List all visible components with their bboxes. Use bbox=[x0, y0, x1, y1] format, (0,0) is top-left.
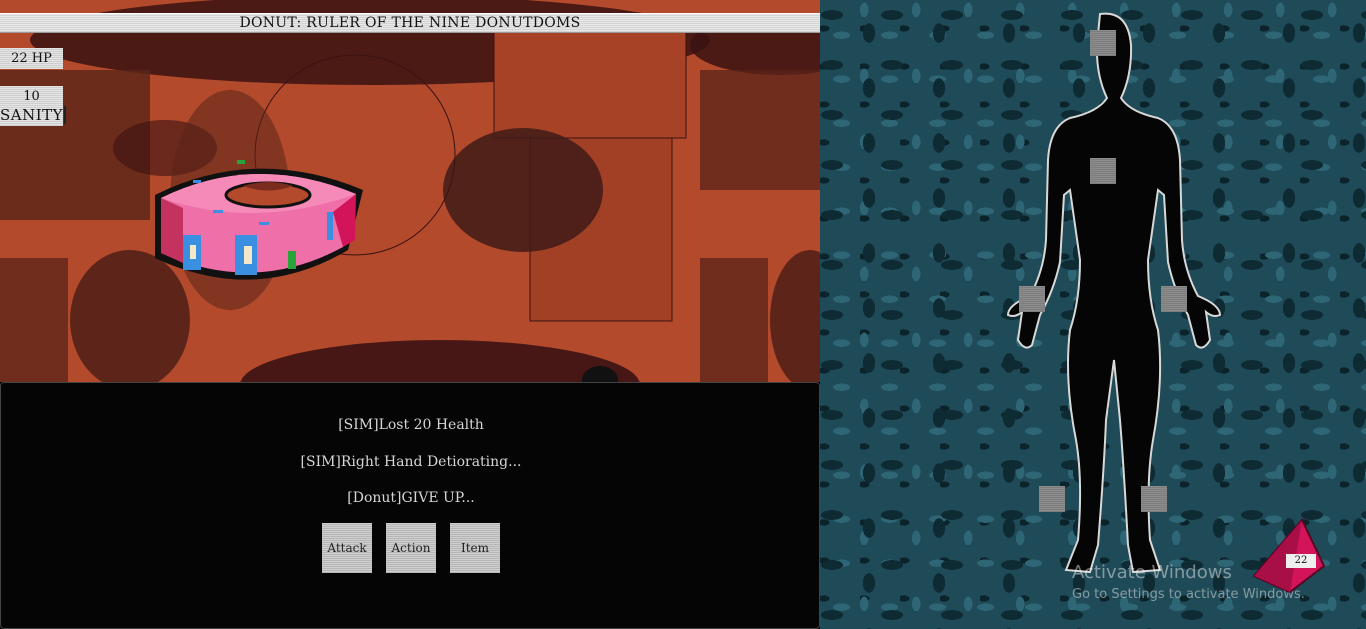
scene-background bbox=[0, 0, 820, 382]
attack-button[interactable]: Attack bbox=[322, 523, 372, 573]
limb-torso[interactable] bbox=[1090, 158, 1116, 184]
limb-head[interactable] bbox=[1090, 30, 1116, 56]
battle-scene: DONUT: RULER OF THE NINE DONUTDOMS 22 HP… bbox=[0, 0, 820, 382]
log-message: [SIM]Right Hand Detiorating... bbox=[300, 454, 522, 470]
item-button[interactable]: Item bbox=[450, 523, 500, 573]
hp-display: 22 HP bbox=[0, 48, 63, 69]
sanity-display: 10 SANITY bbox=[0, 86, 67, 126]
battle-log-panel: [SIM]Lost 20 Health [SIM]Right Hand Deti… bbox=[0, 382, 820, 629]
limb-left-foot[interactable] bbox=[1039, 486, 1065, 512]
boss-title: DONUT: RULER OF THE NINE DONUTDOMS bbox=[0, 13, 820, 33]
log-message: [SIM]Lost 20 Health bbox=[338, 417, 484, 433]
limb-left-hand[interactable] bbox=[1019, 286, 1045, 312]
body-status-panel: Activate Windows Go to Settings to activ… bbox=[820, 0, 1366, 629]
sanity-value: 10 bbox=[23, 89, 40, 104]
sanity-label: SANITY bbox=[0, 106, 67, 124]
donut-enemy-sprite bbox=[155, 160, 363, 280]
limb-right-hand[interactable] bbox=[1161, 286, 1187, 312]
limb-right-foot[interactable] bbox=[1141, 486, 1167, 512]
die-value: 22 bbox=[1286, 554, 1316, 568]
log-message: [Donut]GIVE UP... bbox=[347, 490, 475, 506]
action-button[interactable]: Action bbox=[386, 523, 436, 573]
